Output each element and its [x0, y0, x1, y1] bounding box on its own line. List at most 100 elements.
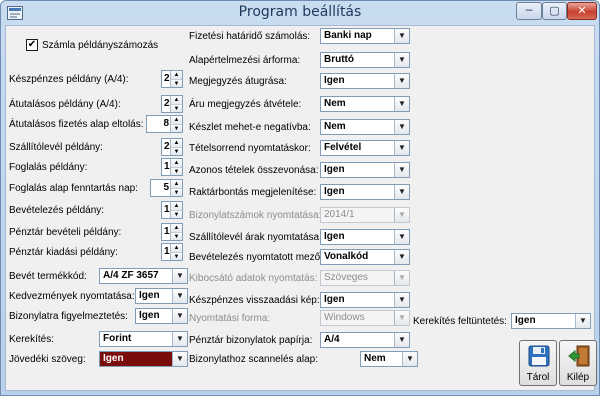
- combo-penztar-bizonylatok-papirja-label: Pénztár bizonylatok papírja:: [189, 335, 313, 346]
- arrow-up-icon[interactable]: ▲: [171, 116, 182, 124]
- chevron-down-icon: ▼: [394, 230, 409, 244]
- spinner-arrows[interactable]: ▲ ▼: [170, 224, 182, 240]
- exit-door-icon: [568, 345, 590, 367]
- spinner-arrows[interactable]: ▲ ▼: [170, 139, 182, 155]
- exit-label: Kilép: [566, 372, 590, 383]
- spinner-arrows[interactable]: ▲ ▼: [170, 180, 182, 196]
- arrow-down-icon[interactable]: ▼: [171, 232, 182, 240]
- combo-penztar-bizonylatok-papirja-select[interactable]: A/4 ▼: [320, 332, 410, 348]
- invoice-copy-numbering-label: Számla példányszámozás: [42, 40, 159, 51]
- arrow-up-icon[interactable]: ▲: [171, 139, 182, 147]
- arrow-up-icon[interactable]: ▲: [171, 180, 182, 188]
- spinner-arrows[interactable]: ▲ ▼: [170, 71, 182, 87]
- spinner-arrows[interactable]: ▲ ▼: [170, 244, 182, 260]
- maximize-button[interactable]: ▢: [542, 2, 567, 20]
- spinner-atutalasos-peldany-a-4-value: 2: [164, 98, 170, 109]
- close-button[interactable]: ✕: [567, 2, 597, 20]
- combo-keszlet-mehet-e-negativba-select[interactable]: Nem ▼: [320, 119, 410, 135]
- combo-szallitolevel-arak-nyomtatasa-select[interactable]: Igen ▼: [320, 229, 410, 245]
- combo-azonos-tetelek-osszevonasa-label: Azonos tételek összevonása:: [189, 165, 319, 176]
- spinner-bevetelezes-peldany-value: 1: [164, 204, 170, 215]
- spinner-atutalasos-fizetes-alap-eltolas-input[interactable]: 8 ▲ ▼: [146, 115, 183, 133]
- spinner-arrows[interactable]: ▲ ▼: [170, 159, 182, 175]
- arrow-down-icon[interactable]: ▼: [171, 104, 182, 112]
- arrow-up-icon[interactable]: ▲: [171, 96, 182, 104]
- chevron-down-icon: ▼: [394, 74, 409, 88]
- combo-szallitolevel-arak-nyomtatasa-label: Szállítólevél árak nyomtatása:: [189, 232, 322, 243]
- combo-tetelsorrend-nyomtataskor-select[interactable]: Felvétel ▼: [320, 140, 410, 156]
- spinner-arrows[interactable]: ▲ ▼: [170, 202, 182, 218]
- save-button[interactable]: Tárol: [519, 340, 557, 386]
- combo-raktarbontas-megjelenitese-label: Raktárbontás megjelenítése:: [189, 187, 317, 198]
- arrow-up-icon[interactable]: ▲: [171, 224, 182, 232]
- chevron-down-icon: ▼: [172, 289, 187, 303]
- rounding-display-label: Kerekítés feltüntetés:: [413, 316, 507, 327]
- spinner-szallitolevel-peldany-label: Szállítólevél példány:: [9, 142, 103, 153]
- combo-azonos-tetelek-osszevonasa-select[interactable]: Igen ▼: [320, 162, 410, 178]
- arrow-up-icon[interactable]: ▲: [171, 71, 182, 79]
- arrow-down-icon[interactable]: ▼: [171, 210, 182, 218]
- spinner-penztar-beveteli-peldany-label: Pénztár bevételi példány:: [9, 227, 122, 238]
- chevron-down-icon: ▼: [394, 29, 409, 43]
- arrow-down-icon[interactable]: ▼: [171, 79, 182, 87]
- chevron-down-icon: ▼: [394, 271, 409, 285]
- arrow-up-icon[interactable]: ▲: [171, 159, 182, 167]
- combo-kerekites-select[interactable]: Forint ▼: [99, 331, 188, 347]
- spinner-atutalasos-peldany-a-4-input[interactable]: 2 ▲ ▼: [161, 95, 183, 113]
- arrow-down-icon[interactable]: ▼: [171, 124, 182, 132]
- chevron-down-icon: ▼: [575, 314, 590, 328]
- spinner-atutalasos-fizetes-alap-eltolas-value: 8: [163, 118, 169, 129]
- combo-jovedeki-szoveg-label: Jövedéki szöveg:: [9, 354, 86, 365]
- combo-bizonylatra-figyelmeztetes-label: Bizonylatra figyelmeztetés:: [9, 311, 128, 322]
- chevron-down-icon: ▼: [394, 333, 409, 347]
- minimize-button[interactable]: ─: [516, 2, 542, 20]
- spinner-keszpenzes-peldany-a-4-input[interactable]: 2 ▲ ▼: [161, 70, 183, 88]
- combo-bevet-termekkod-label: Bevét termékkód:: [9, 271, 87, 282]
- save-label: Tárol: [526, 372, 550, 383]
- combo-bizonylatszamok-nyomtatasa-select: 2014/1 ▼: [320, 207, 410, 223]
- combo-bevet-termekkod-select[interactable]: A/4 ZF 3657 ▼: [99, 268, 188, 284]
- combo-jovedeki-szoveg-select[interactable]: Igen ▼: [99, 351, 188, 367]
- rounding-display-select[interactable]: Igen ▼: [511, 313, 591, 329]
- combo-raktarbontas-megjelenitese-select[interactable]: Igen ▼: [320, 184, 410, 200]
- spinner-foglalas-alap-fenntartas-nap-input[interactable]: 5 ▲ ▼: [150, 179, 183, 197]
- combo-alapertelmezesi-arforma-select[interactable]: Bruttó ▼: [320, 52, 410, 68]
- combo-aru-megjegyzes-atvetele-select[interactable]: Nem ▼: [320, 96, 410, 112]
- chevron-down-icon: ▼: [394, 53, 409, 67]
- spinner-penztar-kiadasi-peldany-input[interactable]: 1 ▲ ▼: [161, 243, 183, 261]
- chevron-down-icon: ▼: [172, 332, 187, 346]
- chevron-down-icon: ▼: [172, 352, 187, 366]
- spinner-penztar-kiadasi-peldany-value: 1: [164, 246, 170, 257]
- spinner-arrows[interactable]: ▲ ▼: [170, 116, 182, 132]
- title-bar[interactable]: Program beállítás ─ ▢ ✕: [1, 1, 599, 25]
- exit-button[interactable]: Kilép: [559, 340, 597, 386]
- combo-keszpenzes-visszaadasi-kep-select[interactable]: Igen ▼: [320, 292, 410, 308]
- combo-nyomtatasi-forma-select: Windows ▼: [320, 310, 410, 326]
- arrow-down-icon[interactable]: ▼: [171, 252, 182, 260]
- scan-default-select[interactable]: Nem ▼: [360, 351, 418, 367]
- combo-bevetelezes-nyomtatott-mezo-select[interactable]: Vonalkód ▼: [320, 249, 410, 265]
- arrow-down-icon[interactable]: ▼: [171, 188, 182, 196]
- spinner-penztar-beveteli-peldany-input[interactable]: 1 ▲ ▼: [161, 223, 183, 241]
- arrow-down-icon[interactable]: ▼: [171, 147, 182, 155]
- combo-kedvezmenyek-nyomtatasa-select[interactable]: Igen ▼: [135, 288, 188, 304]
- spinner-arrows[interactable]: ▲ ▼: [170, 96, 182, 112]
- combo-megjegyzes-atugrasa-select[interactable]: Igen ▼: [320, 73, 410, 89]
- combo-fizetesi-hatarido-szamolas-label: Fizetési határidő számolás:: [189, 31, 311, 42]
- window: Program beállítás ─ ▢ ✕ ✔ Számla példány…: [0, 0, 600, 396]
- combo-bizonylatra-figyelmeztetes-select[interactable]: Igen ▼: [135, 308, 188, 324]
- settings-panel: ✔ Számla példányszámozás Bizonylathoz sc…: [5, 25, 597, 391]
- spinner-szallitolevel-peldany-input[interactable]: 2 ▲ ▼: [161, 138, 183, 156]
- arrow-up-icon[interactable]: ▲: [171, 244, 182, 252]
- spinner-bevetelezes-peldany-input[interactable]: 1 ▲ ▼: [161, 201, 183, 219]
- combo-megjegyzes-atugrasa-label: Megjegyzés átugrása:: [189, 76, 287, 87]
- arrow-down-icon[interactable]: ▼: [171, 167, 182, 175]
- spinner-foglalas-peldany-input[interactable]: 1 ▲ ▼: [161, 158, 183, 176]
- window-title: Program beállítás: [238, 4, 362, 20]
- arrow-up-icon[interactable]: ▲: [171, 202, 182, 210]
- spinner-atutalasos-fizetes-alap-eltolas-label: Átutalásos fizetés alap eltolás:: [9, 119, 144, 130]
- invoice-copy-numbering-checkbox[interactable]: ✔: [26, 39, 38, 51]
- combo-nyomtatasi-forma-label: Nyomtatási forma:: [189, 313, 271, 324]
- combo-keszpenzes-visszaadasi-kep-label: Készpénzes visszaadási kép:: [189, 295, 320, 306]
- combo-fizetesi-hatarido-szamolas-select[interactable]: Banki nap ▼: [320, 28, 410, 44]
